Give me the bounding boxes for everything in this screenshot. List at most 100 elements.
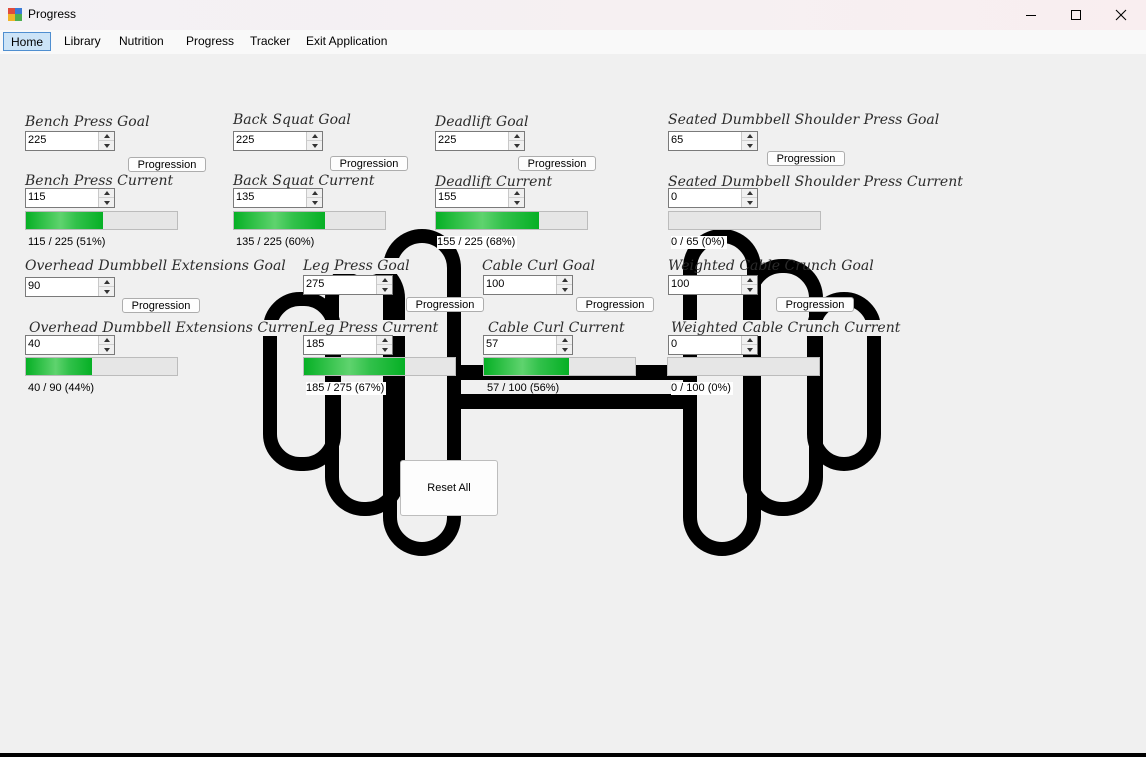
shoulder-press-goal-label: Seated Dumbbell Shoulder Press Goal: [668, 112, 940, 128]
cable-curl-current-label: Cable Curl Current: [488, 320, 625, 336]
minimize-button[interactable]: [1008, 0, 1054, 30]
bench-press-progress-text: 115 / 225 (51%): [28, 236, 106, 248]
spin-up-icon[interactable]: [557, 336, 572, 345]
overhead-extensions-progression-button[interactable]: Progression: [122, 298, 200, 313]
spin-down-icon[interactable]: [742, 345, 757, 354]
maximize-button[interactable]: [1053, 0, 1099, 30]
spin-down-icon[interactable]: [509, 141, 524, 150]
spin-down-icon[interactable]: [377, 345, 392, 354]
spin-up-icon[interactable]: [742, 132, 757, 141]
cable-crunch-goal-label: Weighted Cable Crunch Goal: [668, 258, 874, 274]
cable-crunch-current-stepper[interactable]: 0: [668, 335, 758, 355]
cable-curl-goal-stepper[interactable]: 100: [483, 275, 573, 295]
spin-up-icon[interactable]: [307, 189, 322, 198]
spin-up-icon[interactable]: [99, 132, 114, 141]
cable-crunch-current-label: Weighted Cable Crunch Current: [671, 320, 903, 336]
close-icon: [1115, 9, 1127, 21]
spin-up-icon[interactable]: [99, 189, 114, 198]
leg-press-current-label: Leg Press Current: [308, 320, 441, 336]
spin-up-icon[interactable]: [307, 132, 322, 141]
spin-up-icon[interactable]: [99, 336, 114, 345]
spin-down-icon[interactable]: [307, 141, 322, 150]
spin-up-icon[interactable]: [509, 132, 524, 141]
spin-down-icon[interactable]: [557, 345, 572, 354]
spin-down-icon[interactable]: [99, 345, 114, 354]
menu-exit-application[interactable]: Exit Application: [299, 32, 394, 51]
back-squat-progression-button[interactable]: Progression: [330, 156, 408, 171]
leg-press-goal-stepper[interactable]: 275: [303, 275, 393, 295]
spin-down-icon[interactable]: [99, 141, 114, 150]
cable-crunch-progress-text: 0 / 100 (0%): [671, 382, 733, 395]
app-icon: [8, 8, 22, 21]
spin-down-icon[interactable]: [742, 285, 757, 294]
menu-library[interactable]: Library: [57, 32, 108, 51]
menu-home[interactable]: Home: [3, 32, 52, 51]
back-squat-goal-stepper[interactable]: 225: [233, 131, 323, 151]
spin-down-icon[interactable]: [742, 198, 757, 207]
bench-press-progression-button[interactable]: Progression: [128, 157, 206, 172]
spin-down-icon[interactable]: [99, 287, 114, 296]
deadlift-progress-bar: [435, 211, 588, 230]
spin-up-icon[interactable]: [557, 276, 572, 285]
spin-up-icon[interactable]: [742, 336, 757, 345]
shoulder-press-progression-button[interactable]: Progression: [767, 151, 845, 166]
overhead-extensions-current-label: Overhead Dumbbell Extensions Current: [29, 320, 316, 336]
menu-bar: Home Library Nutrition Progress Tracker …: [0, 30, 1146, 54]
leg-press-current-stepper[interactable]: 185: [303, 335, 393, 355]
spin-up-icon[interactable]: [99, 278, 114, 287]
window-bottom-border: [0, 753, 1146, 757]
spin-down-icon[interactable]: [509, 198, 524, 207]
spin-down-icon[interactable]: [742, 141, 757, 150]
shoulder-press-goal-stepper[interactable]: 65: [668, 131, 758, 151]
menu-tracker[interactable]: Tracker: [243, 32, 297, 51]
bench-press-current-label: Bench Press Current: [25, 173, 174, 189]
spin-up-icon[interactable]: [509, 189, 524, 198]
back-squat-progress-bar: [233, 211, 386, 230]
spin-down-icon[interactable]: [99, 198, 114, 207]
menu-nutrition[interactable]: Nutrition: [112, 32, 171, 51]
minimize-icon: [1026, 15, 1036, 16]
overhead-extensions-goal-stepper[interactable]: 90: [25, 277, 115, 297]
bench-press-goal-stepper[interactable]: 225: [25, 131, 115, 151]
shoulder-press-progress-text: 0 / 65 (0%): [671, 236, 727, 249]
spin-down-icon[interactable]: [307, 198, 322, 207]
spin-down-icon[interactable]: [557, 285, 572, 294]
overhead-extensions-progress-text: 40 / 90 (44%): [28, 382, 95, 394]
back-squat-progress-text: 135 / 225 (60%): [236, 236, 315, 248]
cable-curl-goal-label: Cable Curl Goal: [482, 258, 596, 274]
menu-progress[interactable]: Progress: [179, 32, 241, 51]
overhead-extensions-progress-bar: [25, 357, 178, 376]
cable-curl-progress-bar: [483, 357, 636, 376]
cable-crunch-goal-stepper[interactable]: 100: [668, 275, 758, 295]
deadlift-progression-button[interactable]: Progression: [518, 156, 596, 171]
spin-up-icon[interactable]: [742, 276, 757, 285]
shoulder-press-progress-bar: [668, 211, 821, 230]
deadlift-goal-label: Deadlift Goal: [435, 114, 529, 130]
cable-crunch-progression-button[interactable]: Progression: [776, 297, 854, 312]
cable-curl-progress-text: 57 / 100 (56%): [487, 382, 560, 394]
leg-press-progress-text: 185 / 275 (67%): [306, 382, 387, 395]
leg-press-progression-button[interactable]: Progression: [406, 297, 484, 312]
leg-press-goal-label: Leg Press Goal: [303, 258, 412, 274]
deadlift-progress-text: 155 / 225 (68%): [437, 236, 518, 249]
deadlift-current-stepper[interactable]: 155: [435, 188, 525, 208]
spin-up-icon[interactable]: [377, 336, 392, 345]
spin-up-icon[interactable]: [377, 276, 392, 285]
reset-all-button[interactable]: Reset All: [400, 460, 498, 516]
spin-down-icon[interactable]: [377, 285, 392, 294]
leg-press-progress-bar: [303, 357, 456, 376]
back-squat-current-stepper[interactable]: 135: [233, 188, 323, 208]
progress-panel: Bench Press Goal 225 Progression Bench P…: [0, 54, 1146, 754]
close-button[interactable]: [1098, 0, 1144, 30]
cable-curl-current-stepper[interactable]: 57: [483, 335, 573, 355]
deadlift-goal-stepper[interactable]: 225: [435, 131, 525, 151]
overhead-extensions-goal-label: Overhead Dumbbell Extensions Goal: [25, 258, 286, 274]
back-squat-goal-label: Back Squat Goal: [233, 112, 351, 128]
cable-curl-progression-button[interactable]: Progression: [576, 297, 654, 312]
overhead-extensions-current-stepper[interactable]: 40: [25, 335, 115, 355]
bench-press-goal-label: Bench Press Goal: [25, 114, 150, 130]
cable-crunch-progress-bar: [667, 357, 820, 376]
spin-up-icon[interactable]: [742, 189, 757, 198]
shoulder-press-current-stepper[interactable]: 0: [668, 188, 758, 208]
bench-press-current-stepper[interactable]: 115: [25, 188, 115, 208]
